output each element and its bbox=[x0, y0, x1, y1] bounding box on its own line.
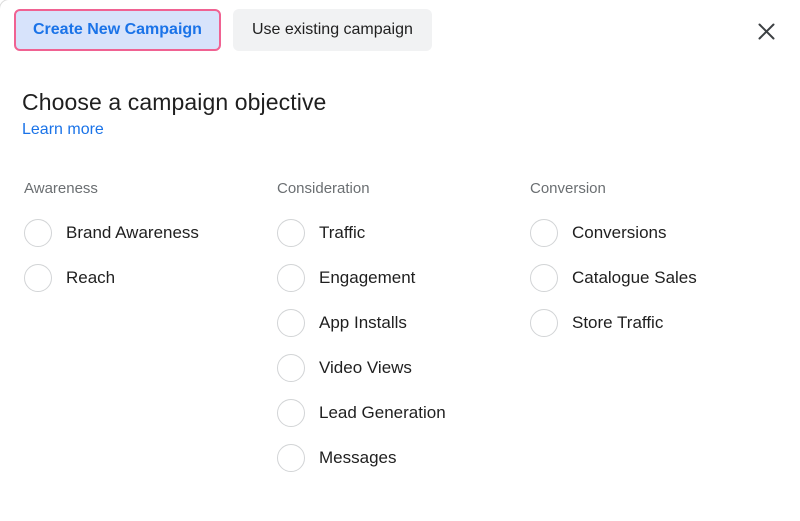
objective-option-messages[interactable]: Messages bbox=[277, 435, 530, 480]
objective-option-engagement[interactable]: Engagement bbox=[277, 255, 530, 300]
column-title-awareness: Awareness bbox=[24, 180, 98, 197]
objective-label: Traffic bbox=[319, 222, 366, 242]
objective-option-app-installs[interactable]: App Installs bbox=[277, 300, 530, 345]
radio-icon[interactable] bbox=[277, 308, 305, 337]
radio-icon[interactable] bbox=[277, 443, 305, 472]
objective-label: Video Views bbox=[319, 357, 412, 377]
objective-label: Lead Generation bbox=[319, 402, 446, 422]
learn-more-link[interactable]: Learn more bbox=[22, 120, 104, 140]
radio-icon[interactable] bbox=[24, 218, 52, 247]
objective-option-reach[interactable]: Reach bbox=[24, 255, 277, 300]
column-title-consideration: Consideration bbox=[277, 180, 370, 197]
column-title-conversion: Conversion bbox=[530, 180, 606, 197]
heading-block: Choose a campaign objective Learn more bbox=[22, 88, 326, 140]
objective-label: Conversions bbox=[572, 222, 667, 242]
objective-label: App Installs bbox=[319, 312, 407, 332]
objective-option-conversions[interactable]: Conversions bbox=[530, 210, 783, 255]
objective-label: Reach bbox=[66, 267, 116, 287]
objective-column-awareness: Awareness Brand Awareness Reach bbox=[24, 180, 277, 480]
radio-icon[interactable] bbox=[530, 263, 558, 292]
radio-icon[interactable] bbox=[530, 218, 558, 247]
tab-use-existing-campaign[interactable]: Use existing campaign bbox=[232, 9, 432, 51]
objective-option-brand-awareness[interactable]: Brand Awareness bbox=[24, 210, 277, 255]
campaign-objective-columns: Awareness Brand Awareness Reach Consider… bbox=[24, 180, 800, 480]
objective-option-lead-generation[interactable]: Lead Generation bbox=[277, 390, 530, 435]
radio-icon[interactable] bbox=[277, 263, 305, 292]
objective-label: Messages bbox=[319, 447, 397, 467]
objective-label: Catalogue Sales bbox=[572, 267, 697, 287]
objective-option-store-traffic[interactable]: Store Traffic bbox=[530, 300, 783, 345]
objective-label: Brand Awareness bbox=[66, 222, 199, 242]
close-dialog-button[interactable] bbox=[752, 17, 780, 45]
objective-option-catalogue-sales[interactable]: Catalogue Sales bbox=[530, 255, 783, 300]
objective-column-consideration: Consideration Traffic Engagement App Ins… bbox=[277, 180, 530, 480]
tab-create-new-campaign[interactable]: Create New Campaign bbox=[14, 9, 221, 51]
radio-icon[interactable] bbox=[24, 263, 52, 292]
radio-icon[interactable] bbox=[277, 353, 305, 382]
objective-column-conversion: Conversion Conversions Catalogue Sales S… bbox=[530, 180, 783, 480]
objective-option-traffic[interactable]: Traffic bbox=[277, 210, 530, 255]
close-icon bbox=[757, 22, 776, 41]
page-title: Choose a campaign objective bbox=[22, 89, 327, 115]
radio-icon[interactable] bbox=[277, 218, 305, 247]
objective-label: Engagement bbox=[319, 267, 416, 287]
campaign-mode-tabs: Create New Campaign Use existing campaig… bbox=[14, 9, 432, 51]
radio-icon[interactable] bbox=[530, 308, 558, 337]
dialog-corner bbox=[0, 0, 14, 14]
objective-label: Store Traffic bbox=[572, 312, 664, 332]
objective-option-video-views[interactable]: Video Views bbox=[277, 345, 530, 390]
radio-icon[interactable] bbox=[277, 398, 305, 427]
